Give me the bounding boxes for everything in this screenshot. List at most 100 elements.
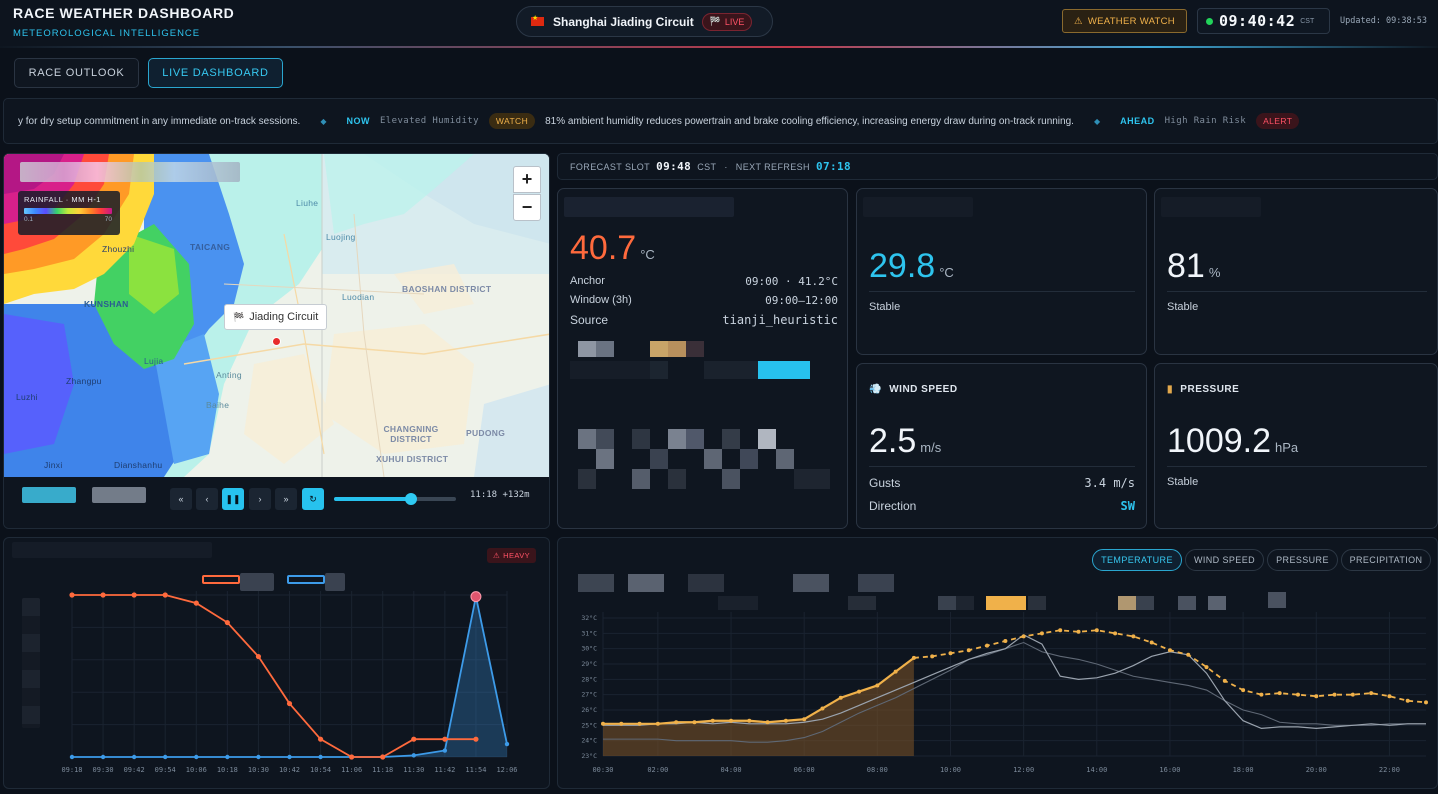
map-label-lujia: Lujia (144, 356, 164, 366)
top-header: RACE WEATHER DASHBOARD METEOROLOGICAL IN… (0, 0, 1438, 48)
map-label-zhouzhi: Zhouzhi (102, 244, 135, 254)
timeline-slider-fill (334, 497, 411, 501)
temperature-point (1058, 628, 1063, 633)
temperature-point (1369, 691, 1374, 696)
rewind-button[interactable]: « (170, 488, 192, 510)
loop-button[interactable]: ↻ (302, 488, 324, 510)
temperature-point (619, 721, 624, 726)
map-label-luodian: Luodian (342, 292, 375, 302)
redacted-block (20, 162, 240, 182)
temperature-point (710, 718, 715, 723)
x-tick-label: 11:30 (403, 766, 424, 774)
zoom-out-button[interactable]: − (513, 194, 541, 221)
temperature-point (765, 720, 770, 725)
redacted-block (564, 197, 734, 217)
temperature-point (1259, 692, 1264, 697)
temperature-point (1277, 691, 1282, 696)
circuit-marker-tooltip: 🏁 Jiading Circuit (224, 304, 328, 330)
diamond-separator-icon: ◆ (320, 116, 327, 126)
pressure-status: Stable (1167, 476, 1199, 488)
temperature-point (985, 643, 990, 648)
map-label-anting: Anting (216, 370, 242, 380)
track-temp-status: Stable (869, 301, 901, 313)
timeline-slider-handle[interactable] (404, 493, 417, 505)
x-tick-label: 12:06 (496, 766, 517, 774)
next-refresh-value: 07:18 (815, 160, 852, 173)
next-refresh-label: NEXT REFRESH (735, 161, 810, 172)
temperature-point (1314, 694, 1319, 699)
wind-number: 2.5 (869, 422, 917, 460)
precip-intensity-point (317, 736, 324, 742)
x-tick-label: 20:00 (1306, 766, 1327, 774)
zoom-in-button[interactable]: + (513, 166, 541, 193)
humidity-status: Stable (1167, 301, 1199, 313)
rain-point (411, 753, 416, 758)
tab-race-outlook[interactable]: RACE OUTLOOK (14, 58, 139, 88)
window-value: 09:00–12:00 (765, 294, 838, 307)
ticker-alert-badge: ALERT (1256, 113, 1300, 129)
temperature-point (1424, 700, 1428, 705)
precip-intensity-point (224, 619, 230, 626)
tab-live-dashboard[interactable]: LIVE DASHBOARD (148, 58, 283, 88)
rain-point (287, 754, 292, 760)
map-label-luzhi: Luzhi (16, 392, 38, 402)
map-label-baihe: Baihe (206, 400, 230, 410)
temperature-point (820, 706, 825, 711)
precip-intensity-line (72, 594, 476, 758)
gusts-value: 3.4 m/s (1084, 476, 1135, 490)
x-tick-label: 09:30 (93, 766, 114, 774)
temperature-point (1241, 688, 1246, 693)
fast-forward-button[interactable]: » (275, 488, 297, 510)
rain-point (442, 748, 448, 753)
legend-max: 70 (104, 216, 112, 223)
step-back-button[interactable]: ‹ (196, 488, 218, 510)
separator-dot: · (724, 161, 728, 172)
circuit-location-marker[interactable] (272, 337, 281, 346)
live-label: LIVE (724, 16, 745, 27)
track-temp-number: 29.8 (869, 247, 936, 285)
wind-title: WIND SPEED (889, 384, 958, 395)
timeline-slider[interactable] (334, 493, 456, 505)
temperature-point (729, 718, 734, 723)
x-tick-label: 11:54 (465, 766, 486, 774)
precip-intensity-point (442, 736, 448, 742)
observed-temperature-area (603, 657, 914, 756)
map-label-pudong: PUDONG (466, 428, 506, 438)
weather-watch-label: WEATHER WATCH (1087, 15, 1175, 27)
wind-speed-card: 💨 WIND SPEED 2.5 m/s Gusts 3.4 m/s Direct… (856, 363, 1147, 529)
y-tick-label: 23°C (581, 752, 597, 760)
checkered-flag-icon: 🏁 (233, 311, 245, 322)
humidity-number: 81 (1167, 247, 1205, 285)
temperature-point (783, 718, 788, 723)
pause-button[interactable]: ❚❚ (222, 488, 244, 510)
circuit-selector[interactable]: Shanghai Jiading Circuit 🏁 LIVE (516, 6, 773, 37)
temperature-point (802, 717, 807, 722)
forecast-slot-tz: CST (697, 161, 717, 172)
radar-map-panel: RAINFALL · MM H-1 0.1 70 + − TAICANG KUN… (3, 153, 550, 529)
temperature-timeline-chart: 23°C 24°C 25°C 26°C 27°C 28°C 29°C 30°C 31°C 32°C… (581, 612, 1428, 774)
x-tick-label: 16:00 (1159, 766, 1180, 774)
redacted-block (570, 341, 830, 489)
map-label-zhangpu: Zhangpu (66, 376, 102, 386)
legend-color-bar (24, 208, 112, 214)
pressure-number: 1009.2 (1167, 422, 1271, 460)
temperature-point (1350, 692, 1355, 697)
checkered-flag-icon: 🏁 (709, 16, 721, 26)
x-tick-label: 06:00 (794, 766, 815, 774)
temperature-point (674, 720, 679, 725)
x-tick-label: 14:00 (1086, 766, 1107, 774)
x-tick-label: 10:30 (248, 766, 269, 774)
step-forward-button[interactable]: › (249, 488, 271, 510)
radar-playback-bar: « ‹ ❚❚ › » ↻ 11:18 +132m (4, 477, 549, 528)
weather-watch-button[interactable]: ⚠ WEATHER WATCH (1062, 9, 1187, 33)
air-temp-unit: °C (640, 247, 655, 262)
ticker-now-tag: Elevated Humidity (379, 116, 479, 126)
rain-point (131, 754, 137, 760)
x-tick-label: 18:00 (1233, 766, 1254, 774)
track-temp-unit: °C (939, 265, 954, 280)
map-label-changning: CHANGNING DISTRICT (383, 424, 439, 444)
pressure-title: PRESSURE (1180, 384, 1240, 395)
ticker-now-label: NOW (346, 116, 370, 126)
temperature-point (1021, 634, 1026, 639)
status-dot-icon (1206, 17, 1213, 25)
